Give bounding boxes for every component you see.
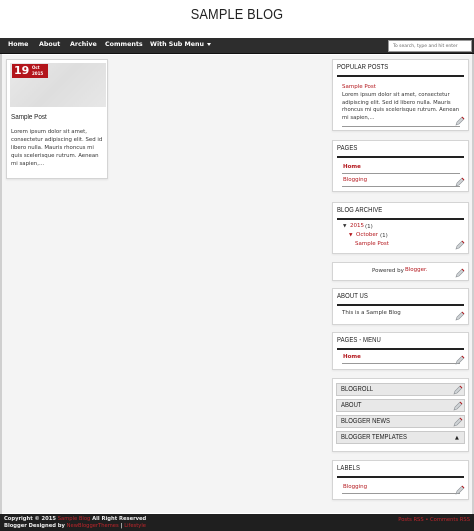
designed-prefix: Blogger Designed by <box>4 523 65 529</box>
nav-item-about[interactable]: About <box>39 41 60 48</box>
divider <box>342 363 460 364</box>
tab-label: BLOGROLL <box>341 386 374 393</box>
widget-divider <box>337 156 464 158</box>
nav-item-comments[interactable]: Comments <box>105 41 143 48</box>
date-badge: 19 Oct 2015 <box>12 64 48 78</box>
nav-item-with-sub-menu-label: With Sub Menu <box>150 41 205 48</box>
designer-separator: | <box>120 523 123 529</box>
header: SAMPLE BLOG <box>0 0 474 38</box>
copyright-prefix: Copyright © 2015 <box>4 516 56 522</box>
divider <box>342 126 460 127</box>
edit-pencil-icon[interactable] <box>455 485 465 495</box>
tab-label: BLOGGER NEWS <box>341 418 390 425</box>
edit-pencil-icon[interactable] <box>455 311 465 321</box>
edit-pencil-icon[interactable] <box>455 240 465 250</box>
divider <box>342 493 460 494</box>
widget-about-us: ABOUT US This is a Sample Blog <box>332 288 469 325</box>
widget-blog-archive: BLOG ARCHIVE ▼ 2015 (1) ▼ October (1) Sa… <box>332 202 469 254</box>
expand-triangle-icon[interactable]: ▼ <box>349 232 352 240</box>
post-card[interactable]: 19 Oct 2015 Sample Post Lorem ipsum dolo… <box>6 59 108 179</box>
tab-blogger-templates[interactable]: BLOGGER TEMPLATES ▲ <box>336 431 465 444</box>
widget-title: LABELS <box>337 465 361 472</box>
divider <box>342 173 460 174</box>
label-link-blogging[interactable]: Blogging <box>343 484 367 490</box>
widget-title: PAGES <box>337 145 358 152</box>
nav-item-home[interactable]: Home <box>8 41 28 48</box>
post-title[interactable]: Sample Post <box>11 114 47 121</box>
widget-title: PAGES - MENU <box>337 337 381 344</box>
date-month: Oct <box>32 65 40 70</box>
copyright-suffix: All Right Reserved <box>92 516 147 522</box>
footer-feeds: Posts RSS • Comments RSS <box>398 517 470 523</box>
nav-item-archive[interactable]: Archive <box>70 41 97 48</box>
about-text: This is a Sample Blog <box>342 310 401 316</box>
widget-divider <box>337 75 464 77</box>
widget-divider <box>337 476 464 478</box>
comments-rss-link[interactable]: Comments RSS <box>430 517 470 523</box>
archive-year-count: (1) <box>365 224 373 230</box>
tab-blogroll[interactable]: BLOGROLL <box>336 383 465 396</box>
designer-link[interactable]: NewBloggerThemes <box>67 523 119 529</box>
footer: Copyright © 2015 Sample Blog All Right R… <box>0 514 474 531</box>
widget-title: BLOG ARCHIVE <box>337 207 383 214</box>
menu-link-home[interactable]: Home <box>343 354 361 360</box>
footer-blog-link[interactable]: Sample Blog <box>58 516 91 522</box>
tab-label: ABOUT <box>341 402 362 409</box>
expand-triangle-icon[interactable]: ▼ <box>343 223 346 231</box>
post-excerpt: Lorem ipsum dolor sit amet, consectetur … <box>11 129 103 167</box>
edit-pencil-icon[interactable] <box>455 177 465 187</box>
widget-divider <box>337 348 464 350</box>
widget-popular-posts: POPULAR POSTS Sample Post Lorem ipsum do… <box>332 59 469 131</box>
archive-month-link[interactable]: October <box>356 232 378 238</box>
widget-pages: PAGES Home Blogging <box>332 140 469 192</box>
date-year: 2015 <box>32 71 44 76</box>
page-link-home[interactable]: Home <box>343 164 361 170</box>
edit-pencil-icon[interactable] <box>455 116 465 126</box>
posts-rss-link[interactable]: Posts RSS <box>398 517 423 523</box>
blog-title[interactable]: SAMPLE BLOG <box>36 6 439 23</box>
widget-divider <box>337 304 464 306</box>
edit-pencil-icon[interactable] <box>455 268 465 278</box>
widget-title: ABOUT US <box>337 293 368 300</box>
designer-link-2[interactable]: Lifestyle <box>124 523 146 529</box>
tab-blogger-news[interactable]: BLOGGER NEWS <box>336 415 465 428</box>
edit-pencil-icon[interactable] <box>453 385 463 395</box>
tab-label: BLOGGER TEMPLATES <box>341 434 407 441</box>
widget-labels: LABELS Blogging <box>332 460 469 500</box>
popular-post-link[interactable]: Sample Post <box>342 84 376 90</box>
page-link-blogging[interactable]: Blogging <box>343 177 367 183</box>
widget-pages-menu: PAGES - MENU Home <box>332 332 469 370</box>
main-nav: Home About Archive Comments With Sub Men… <box>0 38 474 54</box>
caret-down-icon <box>207 42 212 46</box>
search-input[interactable]: To search, type and hit enter <box>388 40 472 52</box>
widget-attribution: Powered by Blogger. <box>332 262 469 281</box>
widget-title: POPULAR POSTS <box>337 64 389 71</box>
blogger-link[interactable]: Blogger. <box>405 267 428 273</box>
archive-year-link[interactable]: 2015 <box>350 223 364 229</box>
archive-month-count: (1) <box>380 233 388 239</box>
archive-post-link[interactable]: Sample Post <box>355 241 389 247</box>
popular-post-excerpt: Lorem ipsum dolor sit amet, consectetur … <box>342 92 460 121</box>
edit-pencil-icon[interactable] <box>453 417 463 427</box>
widget-divider <box>337 218 464 220</box>
widget-tabs: BLOGROLL ABOUT BLOGGER NEWS BLOGGER TEMP… <box>332 378 469 452</box>
feed-bullet: • <box>425 517 429 523</box>
edit-pencil-icon[interactable] <box>453 401 463 411</box>
powered-by-text: Powered by <box>372 268 404 274</box>
nav-item-with-sub-menu[interactable]: With Sub Menu <box>150 41 212 48</box>
divider <box>342 186 460 187</box>
date-day: 19 <box>14 64 30 77</box>
footer-designer: Blogger Designed by NewBloggerThemes | L… <box>4 523 146 529</box>
edit-pencil-icon[interactable] <box>455 355 465 365</box>
caret-up-icon: ▲ <box>455 435 459 441</box>
footer-copyright: Copyright © 2015 Sample Blog All Right R… <box>4 516 146 522</box>
tab-about[interactable]: ABOUT <box>336 399 465 412</box>
